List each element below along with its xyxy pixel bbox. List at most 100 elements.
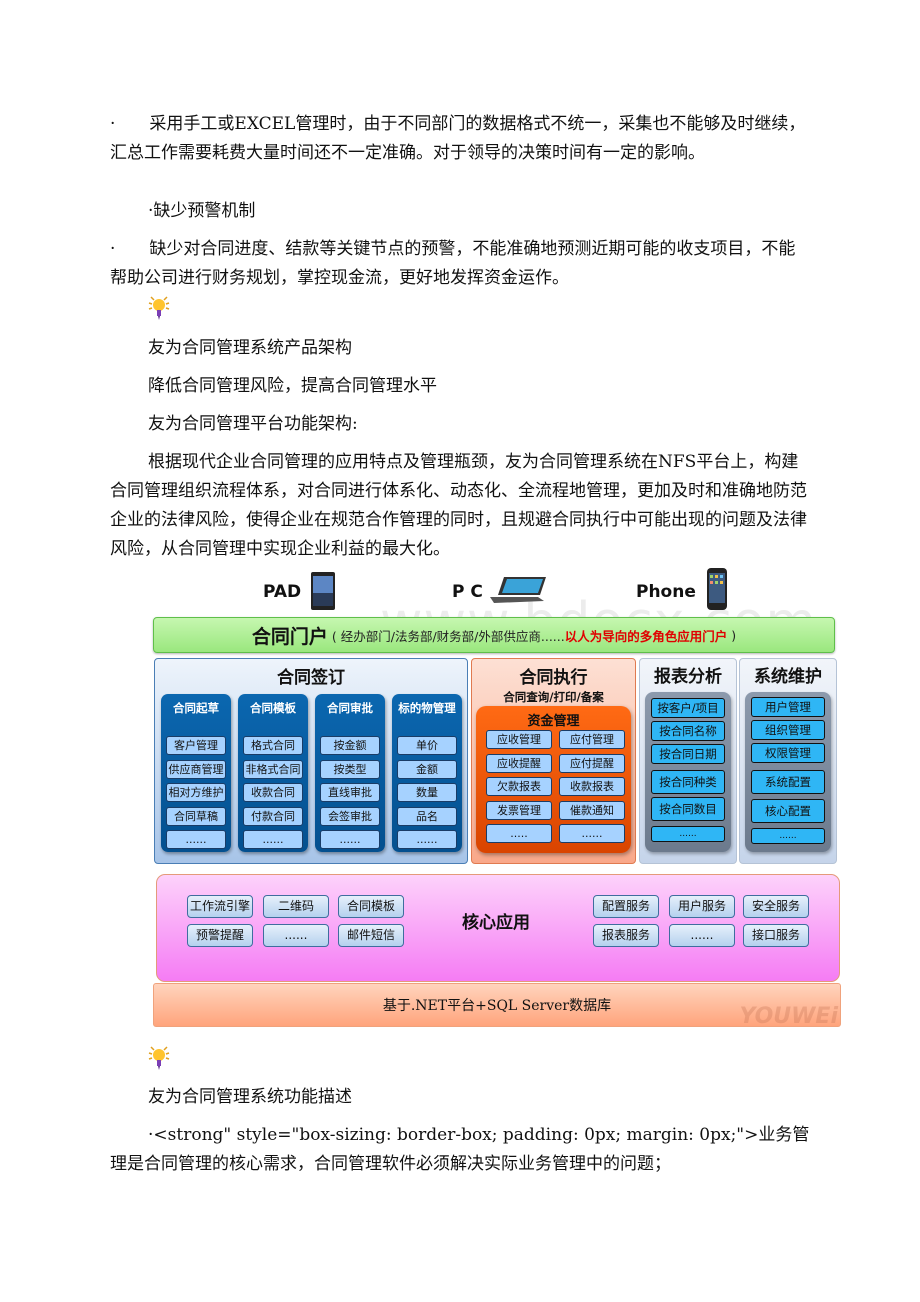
device-label-pad: PAD: [263, 582, 302, 602]
signing-item: 相对方维护: [166, 783, 226, 802]
signing-item: 非格式合同: [243, 759, 303, 779]
system-item: 权限管理: [751, 743, 825, 763]
tablet-icon: [311, 572, 335, 610]
lightbulb-icon: [148, 1046, 170, 1070]
signing-item: 会签审批: [320, 806, 380, 826]
paragraph-no-warning: · 缺少对合同进度、结款等关键节点的预警，不能准确地预测近期可能的收支项目，不能…: [110, 239, 796, 288]
report-item: 按合同种类: [651, 770, 725, 794]
signing-column: 合同起草客户管理供应商管理相对方维护合同草稿......: [161, 694, 231, 852]
report-items-group: 按客户/项目 按合同名称按合同日期按合同种类按合同数目......: [645, 692, 731, 852]
panel-contract-signing: 合同签订 合同起草 客户管理 供应商管理 相对方维护 合同草稿...... 合同模板 格式合…: [154, 658, 468, 864]
signing-item: 格式合同: [243, 736, 303, 755]
signing-item: 直线审批: [320, 783, 380, 802]
portal-close-paren: ): [731, 627, 737, 643]
system-item: 组织管理: [751, 720, 825, 740]
signing-item: 按金额: [320, 736, 380, 755]
fund-item: 应收管理: [486, 730, 552, 749]
device-label-phone: Phone: [636, 582, 696, 602]
core-application-layer: 核心应用 工作流引擎 二维码 合同模板预警提醒...... 邮件短信 配置服务 用户服务安…: [156, 874, 840, 982]
fund-item: 欠款报表: [486, 777, 552, 796]
fund-item: 应付管理: [559, 730, 625, 749]
paragraph-business-management: ·<strong" style="box-sizing: border-box;…: [110, 1125, 810, 1174]
fund-management-title: 资金管理: [527, 714, 580, 729]
signing-item: 客户管理: [166, 736, 226, 755]
laptop-icon: [490, 577, 546, 603]
signing-column-header: 合同审批: [327, 701, 373, 715]
youwei-watermark-logo: YOUWEi: [739, 1004, 838, 1029]
report-item: 按合同日期: [651, 744, 725, 764]
panel-title-signing: 合同签订: [277, 668, 345, 688]
report-item: ......: [651, 826, 725, 842]
signing-column: 合同审批按金额按类型直线审批会签审批......: [315, 694, 385, 852]
fund-item: 发票管理: [486, 800, 552, 820]
lightbulb-icon: [148, 296, 170, 320]
panel-system-maintenance: 系统维护 用户管理组织管理权限管理系统配置核心配置......: [739, 658, 837, 864]
paragraph-excel-issue: · 采用手工或EXCEL管理时，由于不同部门的数据格式不统一，采集也不能够及时继…: [110, 114, 806, 163]
fund-management-block: 资金管理 应收管理 应付管理 应收提醒 应付提醒 欠款报表 收款报表 发票管理 催款通知...…: [476, 706, 631, 853]
core-left-item: 合同模板: [338, 895, 404, 918]
fund-item: ......: [559, 824, 625, 843]
signing-item: 单价: [397, 736, 457, 755]
panel-title-execution: 合同执行: [519, 668, 588, 688]
core-left-item: 二维码: [263, 895, 329, 918]
core-left-item: 工作流引擎: [187, 895, 253, 918]
heading-function-architecture: 友为合同管理平台功能架构:: [148, 414, 358, 434]
panel-report-analysis: 报表分析 按客户/项目 按合同名称按合同日期按合同种类按合同数目......: [639, 658, 737, 864]
core-left-item: 邮件短信: [338, 924, 404, 947]
signing-item: 按类型: [320, 759, 380, 779]
signing-item: 金额: [397, 759, 457, 779]
core-right-item: 安全服务: [743, 895, 809, 918]
phone-icon: [707, 568, 727, 610]
core-right-item: ......: [669, 924, 735, 947]
core-application-title: 核心应用: [462, 913, 530, 933]
system-item: 核心配置: [751, 799, 825, 823]
platform-base-layer: 基于.NET平台+SQL Server数据库 YOUWEi: [153, 983, 841, 1029]
portal-tagline: 以人为导向的多角色应用门户: [564, 628, 728, 644]
heading-reduce-risk: 降低合同管理风险，提高合同管理水平: [148, 376, 437, 396]
contract-portal-bar: 合同门户 ( 经办部门/法务部/财务部/外部供应商...... 以人为导向的多角…: [153, 617, 835, 653]
system-item: 用户管理: [751, 697, 825, 717]
architecture-diagram: www.bdocx.com PAD P C Phone 合同门户 ( 经办部门/…: [150, 565, 845, 1030]
signing-item: ......: [320, 830, 380, 849]
execution-subtitle: 合同查询/打印/备案: [503, 690, 604, 704]
signing-column: 合同模板格式合同非格式合同收款合同付款合同......: [238, 694, 308, 852]
signing-item: ......: [397, 830, 457, 849]
signing-column-header: 标的物管理: [398, 701, 456, 715]
panel-contract-execution: 合同执行 合同查询/打印/备案 资金管理 应收管理 应付管理 应收提醒 应付提醒 欠款报…: [471, 658, 636, 864]
fund-item: 催款通知: [559, 800, 625, 820]
signing-column: 标的物管理 单价 金额 数量 品名......: [392, 694, 462, 852]
panel-title-reports: 报表分析: [654, 667, 722, 687]
core-right-item: 接口服务: [743, 924, 809, 947]
system-item: ......: [751, 828, 825, 844]
core-right-item: 配置服务: [593, 895, 659, 918]
signing-column-header: 合同模板: [250, 701, 296, 715]
signing-item: 收款合同: [243, 783, 303, 802]
core-right-item: 用户服务: [669, 895, 735, 918]
system-item: 系统配置: [751, 770, 825, 794]
signing-item: ......: [166, 830, 226, 849]
fund-item: 应收提醒: [486, 753, 552, 773]
heading-function-description: 友为合同管理系统功能描述: [148, 1087, 352, 1107]
core-left-item: ......: [263, 924, 329, 947]
panel-title-system: 系统维护: [754, 667, 822, 687]
report-item: 按合同数目: [651, 797, 725, 821]
portal-roles: ( 经办部门/法务部/财务部/外部供应商......: [331, 628, 565, 644]
signing-item: 供应商管理: [166, 759, 226, 779]
fund-item: 收款报表: [559, 777, 625, 796]
report-item: 按客户/项目: [651, 698, 725, 718]
heading-product-architecture: 友为合同管理系统产品架构: [148, 338, 352, 358]
signing-item: ......: [243, 830, 303, 849]
signing-item: 合同草稿: [166, 806, 226, 826]
heading-no-warning: ·缺少预警机制: [148, 201, 256, 221]
signing-item: 付款合同: [243, 806, 303, 826]
core-left-item: 预警提醒: [187, 924, 253, 947]
paragraph-architecture-description: 根据现代企业合同管理的应用特点及管理瓶颈，友为合同管理系统在NFS平台上，构建合…: [110, 452, 807, 559]
signing-item: 品名: [397, 806, 457, 826]
platform-base-text: 基于.NET平台+SQL Server数据库: [382, 998, 612, 1014]
report-item: 按合同名称: [651, 721, 725, 741]
fund-item: .....: [486, 824, 552, 843]
portal-title: 合同门户: [251, 625, 328, 648]
device-label-pc: P C: [452, 582, 483, 602]
signing-column-header: 合同起草: [173, 701, 219, 715]
fund-item: 应付提醒: [559, 753, 625, 773]
